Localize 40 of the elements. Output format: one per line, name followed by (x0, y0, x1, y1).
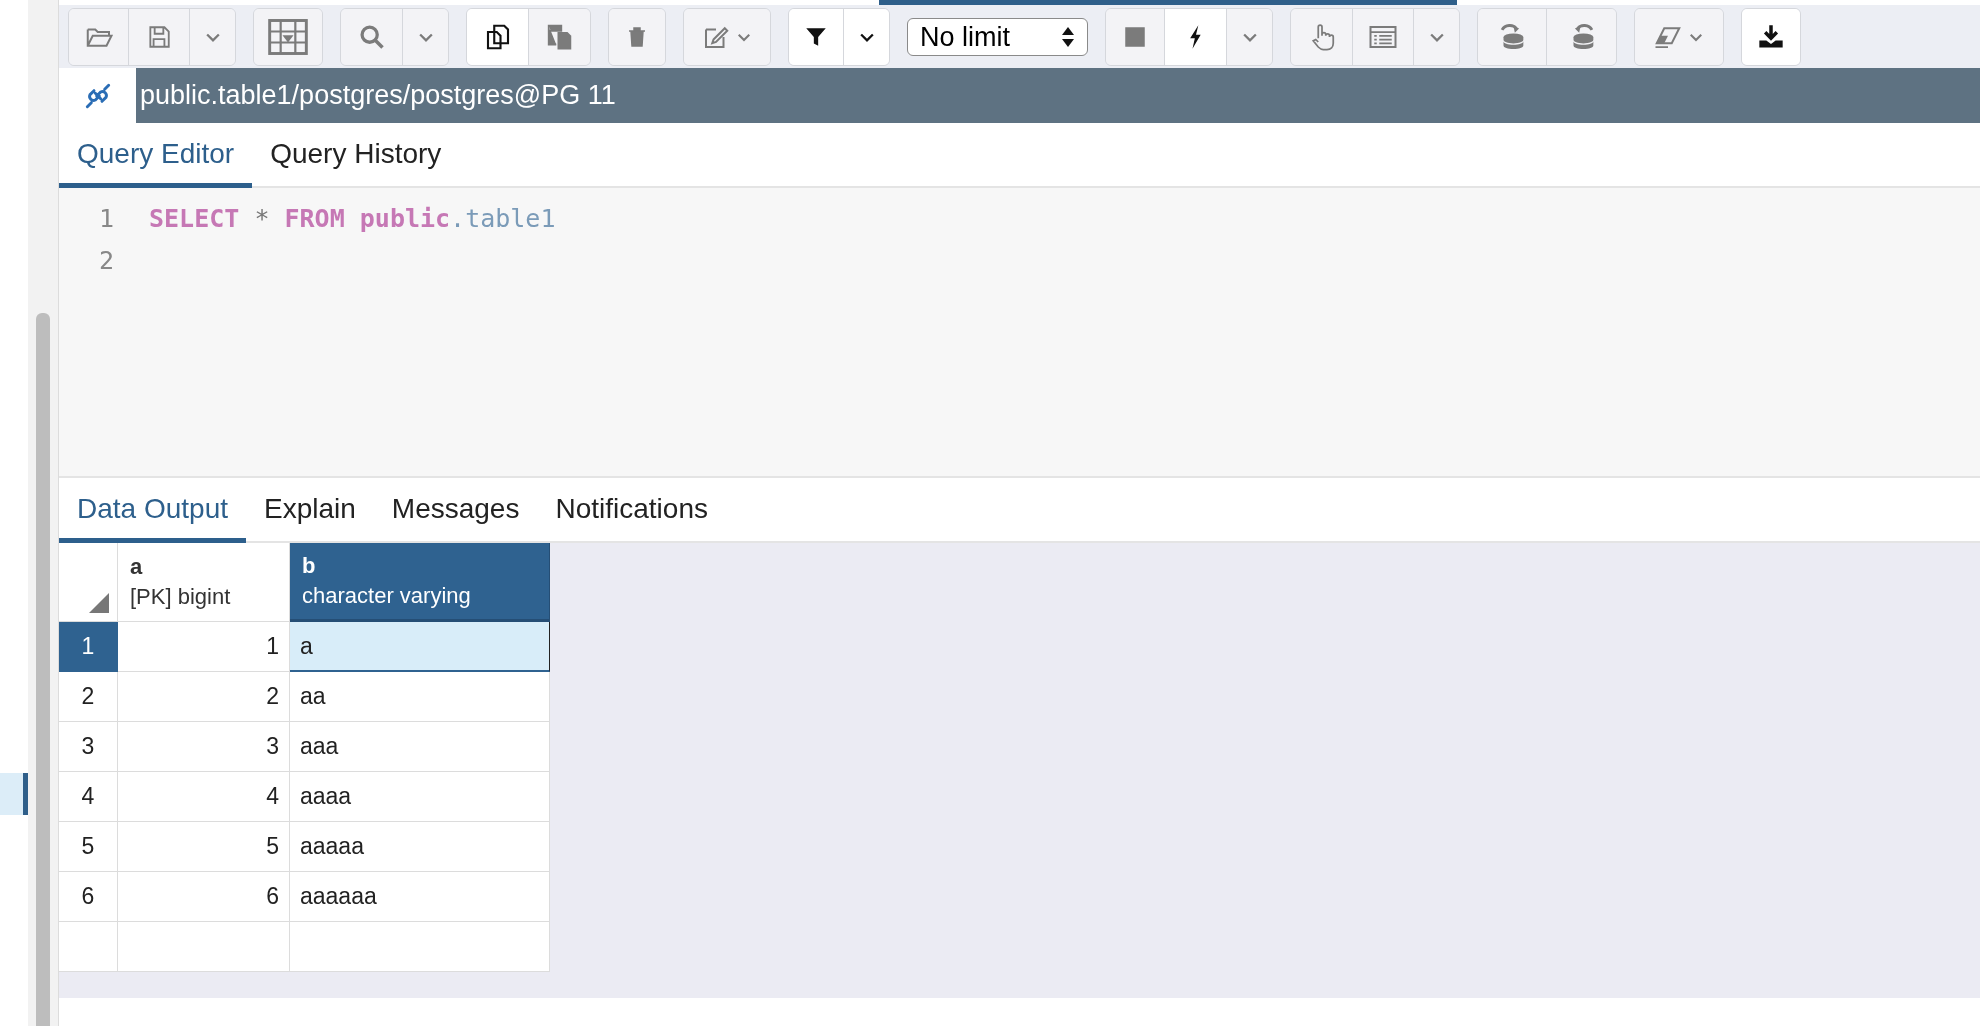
stepper-icon (1061, 25, 1075, 49)
table-cell: 3 (118, 722, 290, 772)
tab[interactable]: Notifications (537, 480, 726, 543)
download-icon (1757, 23, 1785, 51)
connection-title: public.table1/postgres/postgres@PG 11 (139, 79, 616, 113)
line-number: 2 (97, 245, 115, 278)
code-line: SELECT * FROM public.table1 (148, 203, 556, 236)
search-icon (357, 23, 386, 51)
filter-button[interactable] (789, 9, 843, 65)
table-cell: aaaaa (290, 822, 550, 872)
table-cell: 5 (118, 822, 290, 872)
tab[interactable]: Explain (246, 480, 374, 543)
tab[interactable]: Messages (373, 480, 538, 543)
row-number[interactable]: 3 (59, 722, 118, 772)
copy-button[interactable] (467, 9, 528, 65)
table-cell: 4 (118, 772, 290, 822)
line-number: 1 (97, 203, 115, 236)
tab[interactable]: Query History (252, 125, 460, 188)
table-cell: 2 (118, 672, 290, 722)
row-number[interactable]: 2 (59, 672, 118, 722)
table-cell: 1 (118, 622, 290, 672)
limit-select[interactable]: No limit (908, 19, 1087, 55)
table-cell: 6 (118, 872, 290, 922)
execute-button[interactable] (1164, 9, 1226, 65)
table-cell: aaaa (290, 772, 550, 822)
table-cell: aaaaaa (290, 872, 550, 922)
selected-item-marker (0, 773, 28, 815)
select-all-icon[interactable] (89, 593, 109, 613)
column-header[interactable]: a [PK] bigint (118, 543, 290, 622)
row-number[interactable]: 5 (59, 822, 118, 872)
download-button[interactable] (1742, 9, 1800, 65)
column-header[interactable]: b character varying (290, 543, 550, 622)
table-cell: aa (290, 672, 550, 722)
scrollbar-thumb[interactable] (36, 313, 50, 1026)
row-number[interactable]: 1 (59, 622, 118, 672)
table-cell: a (290, 622, 550, 672)
row-number[interactable]: 4 (59, 772, 118, 822)
row-number[interactable]: 6 (59, 872, 118, 922)
square-icon (1122, 24, 1148, 50)
table-cell: aaa (290, 722, 550, 772)
